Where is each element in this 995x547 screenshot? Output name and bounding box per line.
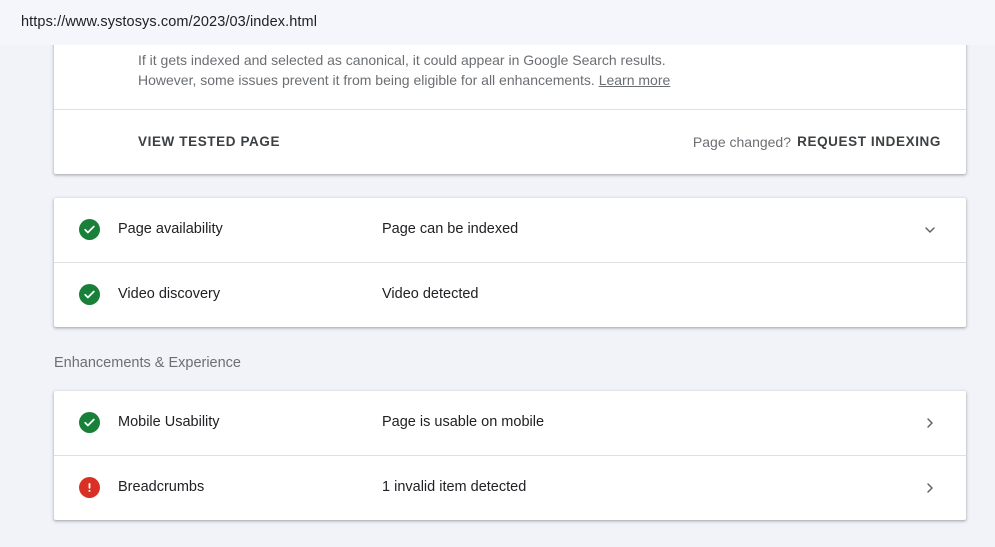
learn-more-link[interactable]: Learn more: [599, 72, 671, 88]
page-changed-label: Page changed?: [692, 134, 791, 150]
check-value: Video detected: [382, 286, 479, 302]
error-icon: [79, 477, 100, 498]
chevron-down-icon[interactable]: [922, 222, 938, 238]
checks-card: Page availability Page can be indexed Vi…: [54, 198, 966, 327]
check-row-video-discovery: Video discovery Video detected: [54, 262, 966, 327]
result-description-line2: However, some issues prevent it from bei…: [138, 72, 599, 88]
check-row-page-availability[interactable]: Page availability Page can be indexed: [54, 198, 966, 262]
enhancement-value: Page is usable on mobile: [382, 414, 545, 430]
enhancements-card: Mobile Usability Page is usable on mobil…: [54, 391, 966, 520]
address-bar: https://www.systosys.com/2023/03/index.h…: [0, 0, 995, 45]
enhancements-section-title: Enhancements & Experience: [54, 355, 241, 371]
check-circle-icon: [79, 412, 100, 433]
url-text[interactable]: https://www.systosys.com/2023/03/index.h…: [21, 14, 317, 30]
chevron-right-icon[interactable]: [922, 480, 938, 496]
enhancement-row-breadcrumbs[interactable]: Breadcrumbs 1 invalid item detected: [54, 455, 966, 520]
check-label: Video discovery: [118, 286, 221, 302]
enhancement-value: 1 invalid item detected: [382, 479, 527, 495]
result-description: If it gets indexed and selected as canon…: [138, 50, 838, 90]
enhancement-row-mobile-usability[interactable]: Mobile Usability Page is usable on mobil…: [54, 391, 966, 455]
chevron-right-icon[interactable]: [922, 415, 938, 431]
request-indexing-button[interactable]: REQUEST INDEXING: [797, 134, 941, 149]
enhancement-label: Breadcrumbs: [118, 479, 205, 495]
check-label: Page availability: [118, 221, 223, 237]
enhancement-label: Mobile Usability: [118, 414, 220, 430]
check-circle-icon: [79, 219, 100, 240]
check-value: Page can be indexed: [382, 221, 519, 237]
inspection-result-card: If it gets indexed and selected as canon…: [54, 30, 966, 174]
result-description-line1: If it gets indexed and selected as canon…: [138, 52, 666, 68]
view-tested-page-button[interactable]: VIEW TESTED PAGE: [138, 134, 280, 149]
check-circle-icon: [79, 284, 100, 305]
card-divider: [54, 109, 966, 110]
